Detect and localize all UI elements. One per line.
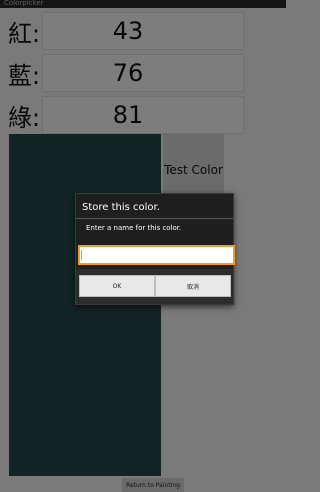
store-color-dialog: Store this color. Enter a name for this … — [75, 193, 235, 305]
dialog-title: Store this color. — [82, 202, 160, 213]
dialog-message: Enter a name for this color. — [86, 224, 182, 232]
dialog-divider — [76, 218, 233, 219]
color-picker-screen: Colorpicker 紅: 43 藍: 76 綠: 81 Test Color… — [0, 0, 286, 492]
cancel-button[interactable]: 取消 — [155, 275, 231, 297]
color-name-input[interactable] — [78, 245, 235, 265]
text-cursor — [81, 250, 82, 260]
ok-button[interactable]: OK — [79, 275, 155, 297]
